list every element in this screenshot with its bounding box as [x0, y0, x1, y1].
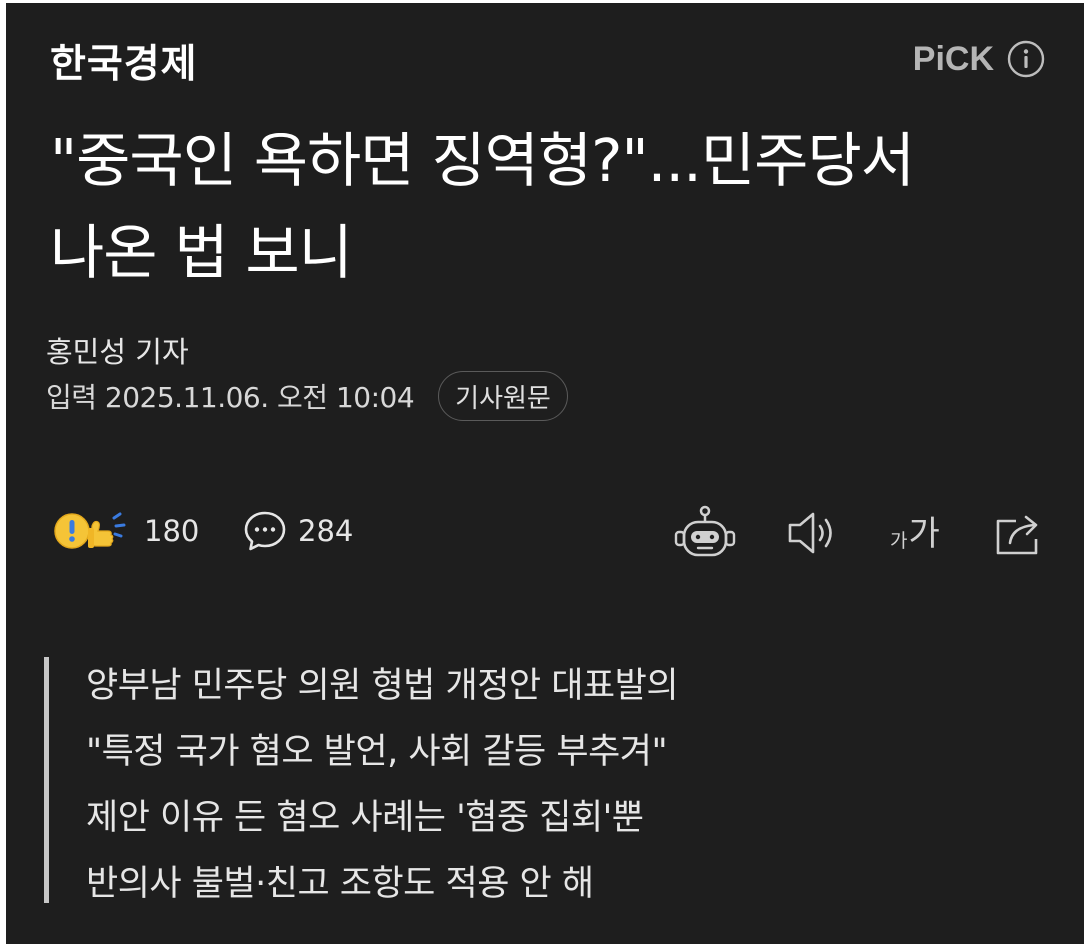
pick-label: PiCK — [912, 39, 994, 78]
summary-quote-bar — [44, 657, 49, 903]
publisher-logo[interactable]: 한국경제 — [50, 33, 198, 89]
article-view: 한국경제 PiCK "중국인 욕하면 징역형?"...민주당서 나온 법 보니 … — [6, 3, 1084, 944]
comment-button[interactable]: 284 — [242, 503, 353, 559]
robot-summary-icon[interactable] — [674, 505, 736, 563]
published-date: 입력 2025.11.06. 오전 10:04 — [46, 381, 415, 414]
headline-line: "중국인 욕하면 징역형?"...민주당서 — [50, 126, 915, 195]
comment-count: 284 — [298, 514, 354, 548]
summary-line: 반의사 불벌·친고 조항도 적용 안 해 — [86, 864, 594, 904]
font-size-small-label: 가 — [890, 530, 908, 552]
headline-line: 나온 법 보니 — [50, 218, 353, 287]
pick-badge[interactable]: PiCK — [913, 39, 1046, 79]
reaction-emoji-icon — [54, 512, 126, 549]
share-icon[interactable] — [992, 505, 1048, 561]
comment-icon — [244, 511, 286, 551]
reaction-button[interactable]: 180 — [52, 503, 199, 559]
speaker-icon[interactable] — [786, 505, 842, 561]
font-size-large-label: 가 — [908, 514, 940, 554]
article-headline: "중국인 욕하면 징역형?"...민주당서 나온 법 보니 — [50, 115, 1060, 299]
dateline: 입력 2025.11.06. 오전 10:04 기사원문 — [46, 371, 568, 421]
article-summary: 양부남 민주당 의원 형법 개정안 대표발의 "특정 국가 혐오 발언, 사회 … — [86, 653, 679, 917]
summary-line: "특정 국가 혐오 발언, 사회 갈등 부추겨" — [86, 732, 668, 772]
info-icon[interactable] — [1006, 39, 1046, 79]
summary-line: 양부남 민주당 의원 형법 개정안 대표발의 — [86, 666, 679, 706]
font-size-icon[interactable]: 가 가 — [890, 515, 940, 553]
reporter-name[interactable]: 홍민성 기자 — [46, 329, 189, 371]
original-article-button[interactable]: 기사원문 — [438, 371, 568, 421]
reaction-count: 180 — [144, 514, 200, 548]
summary-line: 제안 이유 든 혐오 사례는 '혐중 집회'뿐 — [86, 798, 644, 838]
